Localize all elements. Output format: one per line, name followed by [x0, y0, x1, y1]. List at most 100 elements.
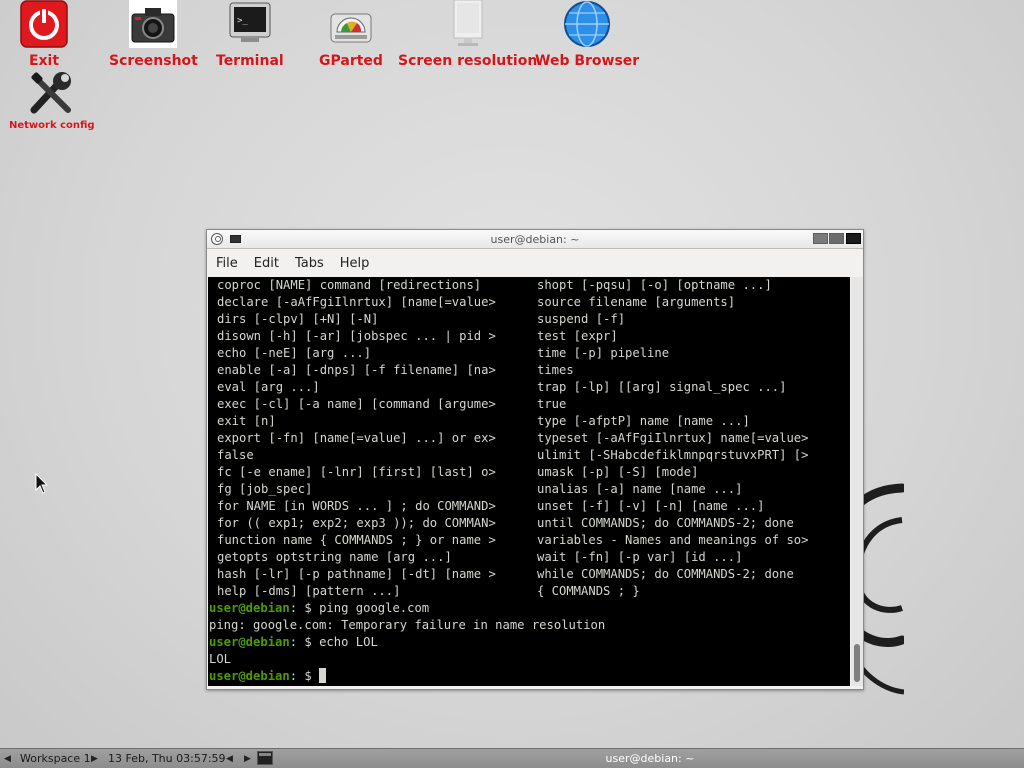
next-workspace-arrow-icon[interactable]: ▶	[91, 752, 98, 766]
help-line: hash [-lr] [-p pathname] [-dt] [name >	[217, 567, 496, 581]
help-line: type [-afptP] name [name ...]	[537, 414, 750, 428]
help-line: suspend [-f]	[537, 312, 626, 326]
help-line: time [-p] pipeline	[537, 346, 670, 360]
help-line: function name { COMMANDS ; } or name >	[217, 533, 496, 547]
desktop-icon-label: Network config	[9, 120, 95, 131]
desktop-icon-screen-resolution[interactable]: Screen resolution	[398, 0, 537, 69]
terminal-window[interactable]: user@debian: ~ File Edit Tabs Help copro…	[206, 229, 864, 690]
desktop-icon-web-browser[interactable]: Web Browser	[535, 0, 639, 69]
help-line: declare [-aAfFgiIlnrtux] [name[=value>	[217, 295, 496, 309]
terminal-scrollbar[interactable]	[851, 277, 863, 686]
power-icon	[20, 0, 68, 48]
help-line: typeset [-aAfFgiIlnrtux] name[=value>	[537, 431, 809, 445]
help-line: help [-dms] [pattern ...]	[217, 584, 401, 598]
help-line: getopts optstring name [arg ...]	[217, 550, 452, 564]
prev-arrow-icon[interactable]: ◀	[226, 752, 233, 766]
active-prompt-line[interactable]: user@debian: $	[209, 668, 327, 685]
desktop-icon-gparted[interactable]: GParted	[319, 0, 383, 69]
help-line: true	[537, 397, 567, 411]
help-line: fc [-e ename] [-lnr] [first] [last] o>	[217, 465, 496, 479]
help-line: echo [-neE] [arg ...]	[217, 346, 372, 360]
desktop-icon-screenshot[interactable]: Screenshot	[109, 0, 198, 69]
maximize-button[interactable]	[829, 233, 844, 244]
help-line: unalias [-a] name [name ...]	[537, 482, 743, 496]
help-line: trap [-lp] [[arg] signal_spec ...]	[537, 380, 787, 394]
prompt-symbol: $	[297, 635, 320, 649]
output-line: LOL	[209, 652, 232, 666]
prompt-separator: :	[289, 601, 298, 615]
disk-icon	[327, 0, 375, 48]
text-cursor	[319, 668, 327, 683]
help-line: dirs [-clpv] [+N] [-N]	[217, 312, 379, 326]
prompt-user: user@debian	[209, 635, 290, 649]
desktop-icon-label: Screenshot	[109, 53, 198, 69]
help-line: false	[217, 448, 254, 462]
next-arrow-icon[interactable]: ▶	[244, 752, 251, 766]
help-line: enable [-a] [-dnps] [-f filename] [na>	[217, 363, 496, 377]
help-line: exit [n]	[217, 414, 276, 428]
desktop-icon-terminal[interactable]: >_ Terminal	[216, 0, 284, 69]
help-line: for NAME [in WORDS ... ] ; do COMMAND>	[217, 499, 496, 513]
help-line: coproc [NAME] command [redirections]	[217, 278, 482, 292]
close-button[interactable]	[846, 233, 861, 244]
terminal-icon: >_	[226, 0, 274, 48]
help-line: export [-fn] [name[=value] ...] or ex>	[217, 431, 496, 445]
monitor-icon	[444, 0, 492, 48]
command-text: ping google.com	[319, 601, 430, 615]
menu-edit[interactable]: Edit	[248, 256, 285, 271]
taskbar: ◀ Workspace 1 ▶ 13 Feb, Thu 03:57:59 ◀ ▶…	[0, 748, 1024, 768]
desktop-icon-label: Terminal	[216, 53, 284, 69]
clock[interactable]: 13 Feb, Thu 03:57:59	[108, 752, 226, 766]
help-line: test [expr]	[537, 329, 618, 343]
globe-icon	[563, 0, 611, 48]
help-line: exec [-cl] [-a name] [command [argume>	[217, 397, 496, 411]
help-line: fg [job_spec]	[217, 482, 313, 496]
help-line: for (( exp1; exp2; exp3 )); do COMMAN>	[217, 516, 496, 530]
minimize-button[interactable]	[813, 233, 828, 244]
prompt-user: user@debian	[209, 669, 290, 683]
prompt-separator: :	[289, 669, 298, 683]
help-line: unset [-f] [-v] [-n] [name ...]	[537, 499, 765, 513]
help-line: ulimit [-SHabcdefiklmnpqrstuvxPRT] [>	[537, 448, 809, 462]
output-line: ping: google.com: Temporary failure in n…	[209, 618, 606, 632]
menu-bar: File Edit Tabs Help	[207, 250, 863, 277]
menu-help[interactable]: Help	[334, 256, 376, 271]
taskbar-terminal-icon[interactable]	[257, 751, 273, 765]
mouse-pointer-icon	[35, 473, 49, 494]
desktop-icon-label: Exit	[28, 53, 60, 69]
help-line: until COMMANDS; do COMMANDS-2; done	[537, 516, 794, 530]
prompt-symbol: $	[297, 669, 320, 683]
help-line: { COMMANDS ; }	[537, 584, 640, 598]
prev-workspace-arrow-icon[interactable]: ◀	[4, 752, 11, 766]
prompt-line: user@debian: $ echo LOL	[209, 634, 378, 651]
terminal-output[interactable]: coproc [NAME] command [redirections] decl…	[208, 277, 850, 686]
help-line: source filename [arguments]	[537, 295, 736, 309]
menu-file[interactable]: File	[210, 256, 244, 271]
desktop-icon-exit[interactable]: Exit	[20, 0, 68, 69]
workspace-label[interactable]: Workspace 1	[20, 752, 91, 766]
help-line: shopt [-pqsu] [-o] [optname ...]	[537, 278, 772, 292]
scrollbar-thumb[interactable]	[854, 644, 860, 682]
desktop-icon-label: GParted	[319, 53, 383, 69]
window-titlebar[interactable]: user@debian: ~	[207, 230, 863, 249]
taskbar-window-button[interactable]: user@debian: ~	[276, 750, 1024, 768]
help-line: umask [-p] [-S] [mode]	[537, 465, 699, 479]
window-title: user@debian: ~	[490, 233, 580, 246]
help-line: wait [-fn] [-p var] [id ...]	[537, 550, 743, 564]
menu-tabs[interactable]: Tabs	[289, 256, 330, 271]
svg-text:>_: >_	[237, 16, 248, 26]
command-text: echo LOL	[319, 635, 378, 649]
prompt-line: user@debian: $ ping google.com	[209, 600, 429, 617]
prompt-separator: :	[289, 635, 298, 649]
help-line: disown [-h] [-ar] [jobspec ... | pid >	[217, 329, 496, 343]
prompt-symbol: $	[297, 601, 320, 615]
camera-icon	[129, 0, 178, 48]
help-line: eval [arg ...]	[217, 380, 320, 394]
desktop-icon-network-config[interactable]: Network config	[9, 70, 95, 131]
help-line: while COMMANDS; do COMMANDS-2; done	[537, 567, 794, 581]
desktop-icon-label: Screen resolution	[398, 53, 538, 69]
prompt-user: user@debian	[209, 601, 290, 615]
desktop-icon-label: Web Browser	[535, 53, 640, 69]
help-line: times	[537, 363, 574, 377]
help-line: variables - Names and meanings of so>	[537, 533, 809, 547]
